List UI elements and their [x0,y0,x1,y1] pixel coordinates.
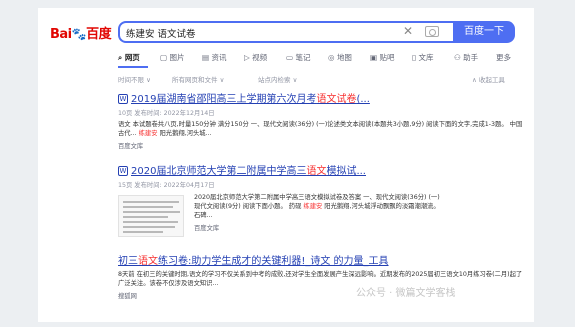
search-query-text[interactable]: 练建安 语文试卷 [126,26,196,40]
document-thumbnail[interactable] [118,195,184,237]
camera-icon[interactable] [425,26,439,37]
result-title-link[interactable]: W 2020届北京师范大学第二附属中学高三语文模拟试... [118,162,528,177]
filter-time[interactable]: 时间不限 ∨ [118,74,151,84]
search-result: 初三语文练习卷:助力学生成才的关键利器!_诗文 的力量_工具 8天前 在初三的关… [118,252,528,300]
result-source[interactable]: 百度文库 [194,223,444,232]
result-meta: 10页 发布时间: 2022年12月14日 [118,110,215,117]
filter-site[interactable]: 站点内检索 ∨ [258,74,297,84]
clear-icon[interactable]: ✕ [403,24,413,38]
search-filters: 时间不限 ∨ 所有网页和文件 ∨ 站点内检索 ∨ ∧ 收起工具 [118,74,528,84]
tab-notes[interactable]: ▭ 笔记 [286,52,310,63]
result-title-link[interactable]: W 2019届湖南省邵阳高三上学期第六次月考语文试卷(... [118,90,528,105]
logo-cn-text: 百度 [86,27,112,42]
tab-web[interactable]: ⌕ 网页 [118,52,140,63]
search-result: W 2020届北京师范大学第二附属中学高三语文模拟试... 15页 发布时间: 2… [118,162,528,242]
logo-text: Bai [50,27,72,42]
search-result: W 2019届湖南省邵阳高三上学期第六次月考语文试卷(... 10页 发布时间: … [118,90,528,150]
search-tabs: ⌕ 网页 ▢ 图片 ▤ 资讯 ▷ 视频 ▭ 笔记 ◎ 地图 ▣ 贴吧 ▯ 文库 … [118,52,528,66]
tab-assistant[interactable]: ⚇ 助手 [454,52,478,63]
chevron-up-icon: ∧ [472,76,479,84]
search-header: Bai🐾百度 练建安 语文试卷 ✕ 百度一下 [38,8,534,44]
result-snippet: 8天前 在初三的关键时期,语文的学习不仅关系到中考的成败,还对学生全面发展产生深… [118,271,523,287]
filter-type[interactable]: 所有网页和文件 ∨ [172,74,224,84]
result-source[interactable]: 搜狐网 [118,291,528,300]
word-doc-icon: W [118,166,128,176]
word-doc-icon: W [118,94,128,104]
result-title-link[interactable]: 初三语文练习卷:助力学生成才的关键利器!_诗文 的力量_工具 [118,252,528,267]
tab-tieba[interactable]: ▣ 贴吧 [370,52,394,63]
tab-video[interactable]: ▷ 视频 [244,52,267,63]
result-snippet: 语文 本试题卷共八页,时量150分钟 满分150分 一、现代文阅读(36分) (… [118,121,523,137]
baidu-logo[interactable]: Bai🐾百度 [50,23,112,42]
search-button[interactable]: 百度一下 [453,21,515,43]
result-source[interactable]: 百度文库 [118,141,528,150]
tab-map[interactable]: ◎ 地图 [328,52,352,63]
tab-more[interactable]: 更多 [496,52,511,63]
active-tab-indicator [118,66,148,68]
result-snippet: 2020届北京师范大学第二附属中学高三语文模拟试卷及答案 一、现代文阅读(36分… [194,193,444,232]
tab-images[interactable]: ▢ 图片 [160,52,184,63]
tab-wenku[interactable]: ▯ 文库 [412,52,434,63]
tab-news[interactable]: ▤ 资讯 [202,52,226,63]
filter-tools[interactable]: ∧ 收起工具 [472,74,505,84]
paw-icon: 🐾 [71,27,87,41]
browser-viewport: Bai🐾百度 练建安 语文试卷 ✕ 百度一下 ⌕ 网页 ▢ 图片 ▤ 资讯 ▷ … [38,8,534,322]
search-input[interactable]: 练建安 语文试卷 ✕ [118,21,453,43]
result-meta: 15页 发布时间: 2022年04月17日 [118,182,215,189]
watermark: 公众号 · 微篇文学客栈 [356,288,456,299]
